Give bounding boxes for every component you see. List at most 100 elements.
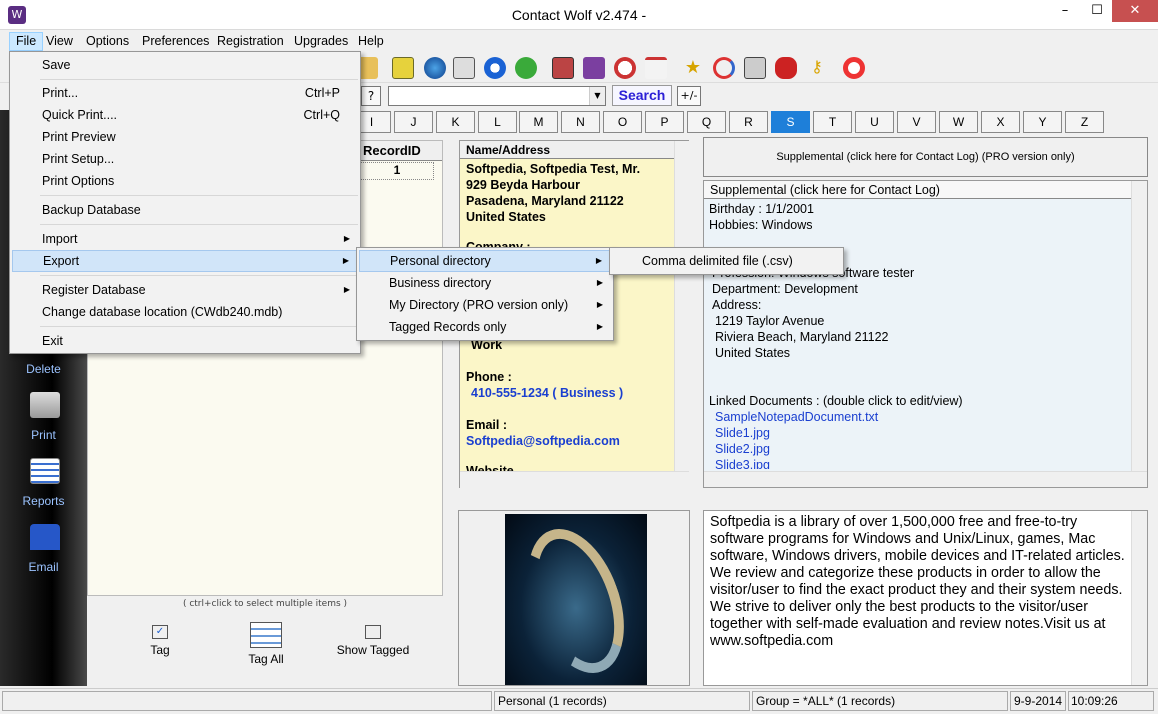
alpha-button-s[interactable]: S: [771, 111, 810, 133]
alpha-button-r[interactable]: R: [729, 111, 768, 133]
sidebar-print[interactable]: Print: [0, 428, 87, 442]
menu-item-my-directory[interactable]: My Directory (PRO version only) ▶: [359, 294, 611, 316]
alpha-button-n[interactable]: N: [561, 111, 600, 133]
tag-button[interactable]: ✓ Tag: [140, 625, 180, 657]
supplemental-horizontal-scrollbar[interactable]: [704, 471, 1147, 487]
phone-value[interactable]: 410-555-1234 ( Business ): [471, 386, 623, 400]
chevron-down-icon[interactable]: ▼: [589, 87, 605, 105]
menu-item-business-directory[interactable]: Business directory ▶: [359, 272, 611, 294]
contact-image-panel[interactable]: [458, 510, 690, 687]
menu-upgrades[interactable]: Upgrades: [288, 32, 354, 51]
alpha-button-z[interactable]: Z: [1065, 111, 1104, 133]
printer-icon[interactable]: [744, 57, 766, 79]
alpha-button-p[interactable]: P: [645, 111, 684, 133]
supplemental-header[interactable]: Supplemental (click here for Contact Log…: [704, 181, 1132, 199]
menu-item-print-preview[interactable]: Print Preview: [12, 126, 358, 148]
menu-item-personal-directory[interactable]: Personal directory ▶: [359, 250, 611, 272]
name-horizontal-scrollbar[interactable]: [460, 471, 689, 488]
alarm-clock-icon[interactable]: [614, 57, 636, 79]
minimize-button[interactable]: –: [1050, 0, 1080, 22]
menu-item-print[interactable]: Print... Ctrl+P: [12, 82, 358, 104]
maximize-button[interactable]: ☐: [1082, 0, 1112, 22]
refresh-icon[interactable]: [713, 57, 735, 79]
menu-preferences[interactable]: Preferences: [136, 32, 215, 51]
printer-icon[interactable]: [30, 392, 60, 418]
menu-item-import[interactable]: Import ▶: [12, 228, 358, 250]
menu-item-csv[interactable]: Comma delimited file (.csv): [612, 250, 841, 272]
menu-view[interactable]: View: [40, 32, 79, 51]
contact-photo[interactable]: [505, 514, 647, 687]
menu-registration[interactable]: Registration: [211, 32, 290, 51]
search-combo[interactable]: ▼: [388, 86, 606, 106]
linked-doc[interactable]: Slide2.jpg: [715, 442, 770, 456]
plus-minus-button[interactable]: +/-: [677, 86, 701, 106]
search-button[interactable]: Search: [612, 85, 672, 106]
key-icon[interactable]: ⚷: [806, 57, 828, 79]
menu-file[interactable]: File: [9, 32, 44, 51]
menu-options[interactable]: Options: [80, 32, 135, 51]
checkfolder-icon[interactable]: [392, 57, 414, 79]
supplemental-vertical-scrollbar[interactable]: [1131, 181, 1147, 471]
address-book-icon[interactable]: [552, 57, 574, 79]
email-link[interactable]: Softpedia@softpedia.com: [466, 434, 620, 448]
menu-item-exit[interactable]: Exit: [12, 330, 358, 352]
calendar-icon[interactable]: [645, 57, 667, 79]
alpha-button-x[interactable]: X: [981, 111, 1020, 133]
chat-icon[interactable]: [515, 57, 537, 79]
save-label: Save: [42, 58, 71, 72]
linked-doc[interactable]: Slide1.jpg: [715, 426, 770, 440]
menu-item-change-location[interactable]: Change database location (CWdb240.mdb): [12, 301, 358, 323]
sidebar-reports[interactable]: Reports: [0, 494, 87, 508]
sidebar-email[interactable]: Email: [0, 560, 87, 574]
notes-vertical-scrollbar[interactable]: [1131, 511, 1147, 685]
register-db-label: Register Database: [42, 283, 146, 297]
supplemental-button[interactable]: Supplemental (click here for Contact Log…: [703, 137, 1148, 177]
books-icon[interactable]: [583, 57, 605, 79]
alpha-button-y[interactable]: Y: [1023, 111, 1062, 133]
recordid-cell[interactable]: 1: [360, 162, 434, 180]
menu-item-backup[interactable]: Backup Database: [12, 199, 358, 221]
sidebar-delete[interactable]: Delete: [0, 362, 87, 376]
lifebuoy-icon[interactable]: [843, 57, 865, 79]
notes-text[interactable]: Softpedia is a library of over 1,500,000…: [710, 514, 1130, 650]
recordid-column-header[interactable]: RecordID: [360, 141, 442, 161]
linked-doc[interactable]: SampleNotepadDocument.txt: [715, 410, 878, 424]
browser-icon[interactable]: [484, 57, 506, 79]
window-title: Contact Wolf v2.474 -: [511, 7, 647, 23]
supplemental-panel[interactable]: Supplemental (click here for Contact Log…: [703, 180, 1148, 488]
menu-item-print-setup[interactable]: Print Setup...: [12, 148, 358, 170]
menu-item-save[interactable]: Save: [12, 54, 358, 76]
reports-icon[interactable]: [30, 458, 60, 484]
menu-bar: File View Options Preferences Registrati…: [0, 30, 1158, 52]
menu-item-quick-print[interactable]: Quick Print.... Ctrl+Q: [12, 104, 358, 126]
linked-doc[interactable]: Slide3.jpg: [715, 458, 770, 469]
menu-item-register-database[interactable]: Register Database ▶: [12, 279, 358, 301]
search-help-button[interactable]: ?: [361, 86, 381, 106]
alpha-button-l[interactable]: L: [478, 111, 517, 133]
alpha-button-o[interactable]: O: [603, 111, 642, 133]
alpha-button-w[interactable]: W: [939, 111, 978, 133]
menu-item-export[interactable]: Export ▶: [12, 250, 358, 272]
notes-panel[interactable]: Softpedia is a library of over 1,500,000…: [703, 510, 1148, 686]
name-vertical-scrollbar[interactable]: [674, 141, 689, 471]
alpha-button-k[interactable]: K: [436, 111, 475, 133]
alpha-button-q[interactable]: Q: [687, 111, 726, 133]
status-mode: Personal (1 records): [494, 691, 750, 711]
menu-item-print-options[interactable]: Print Options: [12, 170, 358, 192]
menu-help[interactable]: Help: [352, 32, 390, 51]
badge-icon[interactable]: [775, 57, 797, 79]
star-icon[interactable]: ★: [682, 57, 704, 79]
alpha-button-j[interactable]: J: [394, 111, 433, 133]
app-icon[interactable]: W: [8, 6, 26, 24]
alpha-button-v[interactable]: V: [897, 111, 936, 133]
alpha-button-u[interactable]: U: [855, 111, 894, 133]
card-icon[interactable]: [453, 57, 475, 79]
alpha-button-m[interactable]: M: [519, 111, 558, 133]
tag-all-button[interactable]: Tag All: [240, 622, 292, 666]
alpha-button-t[interactable]: T: [813, 111, 852, 133]
close-button[interactable]: ✕: [1112, 0, 1158, 22]
globe-icon[interactable]: [424, 57, 446, 79]
mailbox-icon[interactable]: [30, 524, 60, 550]
menu-item-tagged-records[interactable]: Tagged Records only ▶: [359, 316, 611, 338]
show-tagged-button[interactable]: Show Tagged: [333, 625, 413, 657]
